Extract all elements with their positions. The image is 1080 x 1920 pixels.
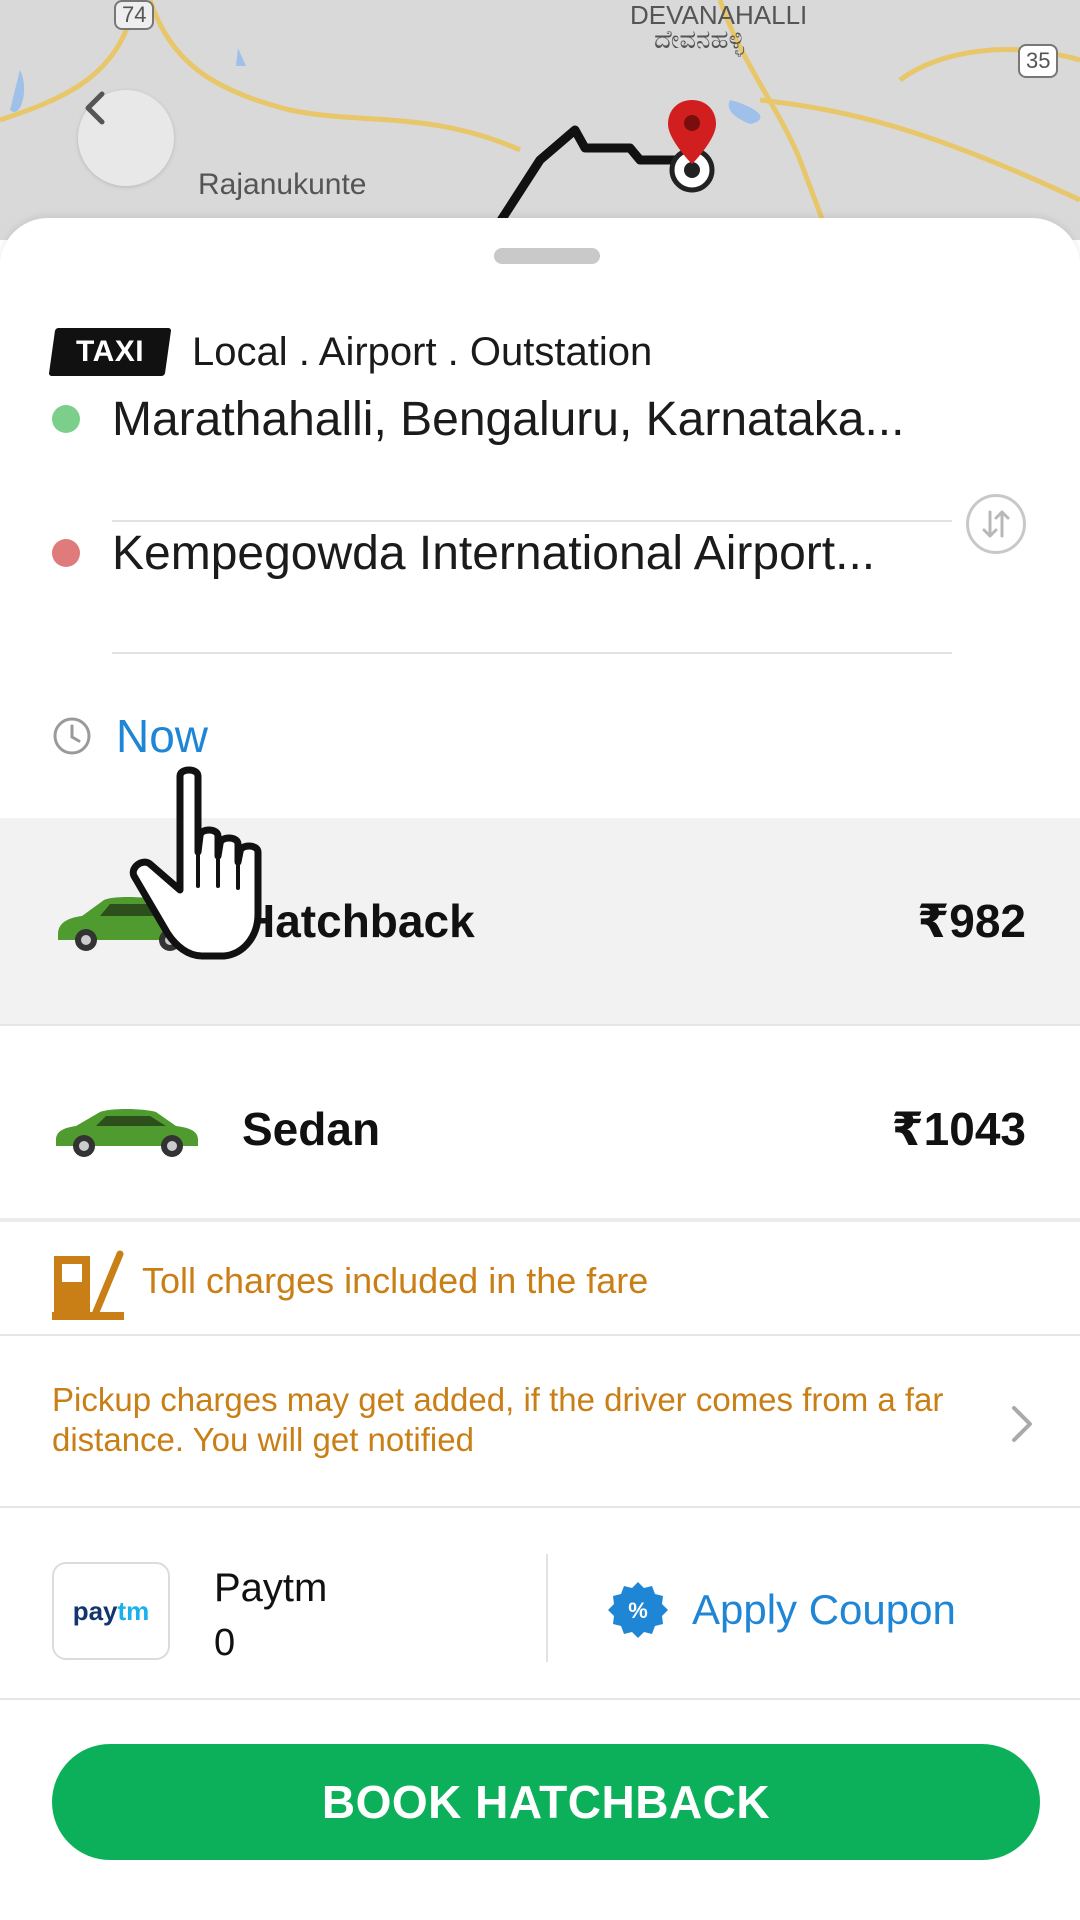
pickup-time-label: Now: [116, 710, 209, 762]
apply-coupon-label: Apply Coupon: [692, 1586, 956, 1633]
paytm-logo-part2: tm: [117, 1595, 150, 1626]
apply-coupon-button[interactable]: % Apply Coupon: [608, 1580, 956, 1640]
road-shield-74: 74: [114, 0, 155, 30]
payment-method-selector[interactable]: pay tm Paytm 0: [0, 1508, 546, 1698]
car-name: Sedan: [242, 1103, 381, 1155]
service-header: TAXI Local . Airport . Outstation: [48, 326, 653, 378]
service-types: Local . Airport . Outstation: [192, 329, 653, 374]
drop-location-text: Kempegowda International Airport...: [112, 526, 876, 580]
chevron-left-icon: [85, 91, 105, 125]
coupon-badge-icon: %: [608, 1582, 668, 1638]
map-label-devanahalli-kannada: ದೇವನಹಳ್ಳಿ: [654, 24, 745, 54]
toll-booth-icon: [52, 1250, 124, 1320]
payment-row: pay tm Paytm 0 % Apply Coupon: [0, 1508, 1080, 1698]
payment-divider: [546, 1554, 548, 1662]
back-button[interactable]: [78, 90, 174, 186]
swap-arrows-icon: [982, 510, 1010, 538]
chevron-right-icon: [1012, 1406, 1032, 1442]
book-button[interactable]: BOOK HATCHBACK: [52, 1744, 1040, 1860]
map-label-rajanukunte: Rajanukunte: [198, 168, 367, 201]
clock-icon: [53, 717, 91, 755]
pickup-time-selector[interactable]: Now: [52, 706, 208, 766]
location-pin-icon: [668, 100, 716, 164]
drag-handle[interactable]: [494, 248, 600, 264]
booking-sheet: TAXI Local . Airport . Outstation Marath…: [0, 218, 1080, 1920]
payment-method-name: Paytm: [214, 1566, 328, 1610]
car-price: ₹982: [917, 895, 1026, 947]
paytm-logo-part1: pay: [72, 1595, 118, 1626]
road-shield-35: 35: [1018, 44, 1059, 78]
coupon-badge-symbol: %: [628, 1598, 648, 1623]
toll-notice: Toll charges included in the fare: [0, 1222, 1080, 1344]
drop-underline: [112, 652, 952, 654]
pickup-charges-text: Pickup charges may get added, if the dri…: [52, 1381, 944, 1458]
sedan-car-icon: [56, 1109, 198, 1157]
paytm-logo: pay tm: [52, 1562, 170, 1660]
swap-locations-button[interactable]: [966, 494, 1026, 554]
map-view[interactable]: DEVANAHALLI ದೇವನಹಳ್ಳಿ Rajanukunte 74 35: [0, 0, 1080, 240]
taxi-badge-label: TAXI: [75, 335, 145, 368]
car-option-sedan[interactable]: Sedan ₹1043: [0, 1026, 1080, 1232]
pickup-location-text: Marathahalli, Bengaluru, Karnataka...: [112, 392, 905, 446]
tap-hand-icon: [129, 766, 262, 960]
pickup-dot-icon: [52, 405, 80, 433]
section-divider: [0, 1698, 1080, 1700]
payment-balance: 0: [214, 1622, 236, 1664]
taxi-badge: TAXI: [48, 328, 172, 376]
pickup-charges-notice[interactable]: Pickup charges may get added, if the dri…: [0, 1336, 1080, 1506]
drop-dot-icon: [52, 539, 80, 567]
drop-location-field[interactable]: Kempegowda International Airport...: [52, 508, 952, 598]
toll-notice-text: Toll charges included in the fare: [142, 1260, 649, 1301]
pickup-location-field[interactable]: Marathahalli, Bengaluru, Karnataka...: [52, 374, 952, 464]
car-price: ₹1043: [891, 1103, 1026, 1155]
